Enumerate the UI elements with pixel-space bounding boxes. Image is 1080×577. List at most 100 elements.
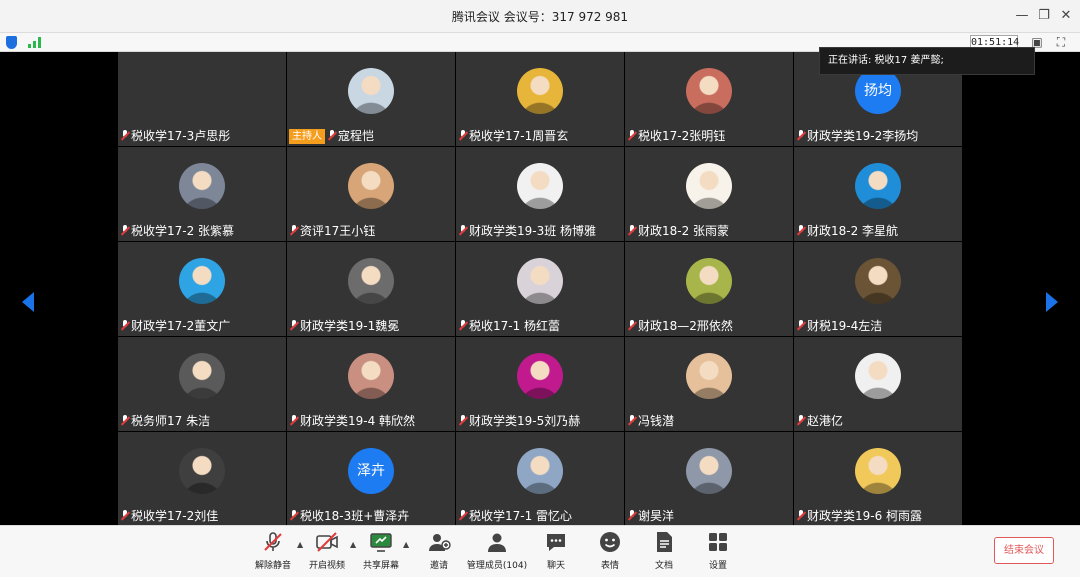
participant-tile[interactable]: 财政学类19-3班 杨博雅 — [456, 147, 624, 241]
emoji-button[interactable]: 表情 — [594, 530, 626, 571]
muted-mic-icon — [796, 130, 806, 142]
muted-mic-icon — [289, 225, 299, 237]
participant-name-row: 税收学17-2 张紫慕 — [120, 223, 234, 239]
muted-mic-icon — [458, 225, 468, 237]
audio-options-caret-icon[interactable]: ▲ — [297, 540, 303, 549]
participant-tile[interactable]: 财政学17-2董文广 — [118, 242, 286, 336]
next-page-arrow-icon[interactable] — [1046, 292, 1058, 312]
participant-tile[interactable]: 财税19-4左洁 — [794, 242, 962, 336]
participant-tile[interactable]: 泽卉税收18-3班+曹泽卉 — [287, 432, 455, 526]
speaking-indicator: 正在讲话: 税收17 姜严懿; — [819, 47, 1035, 75]
minimize-icon[interactable]: — — [1012, 6, 1032, 26]
participant-tile[interactable]: 税收17-2张明钰 — [625, 52, 793, 146]
participant-tile[interactable]: 冯钱潜 — [625, 337, 793, 431]
participant-tile[interactable]: 税收学17-2 张紫慕 — [118, 147, 286, 241]
manage-members-button[interactable]: 管理成员(104) — [466, 530, 528, 571]
video-off-icon — [315, 530, 339, 554]
add-user-icon — [427, 530, 451, 554]
participant-tile[interactable]: 税收学17-1周晋玄 — [456, 52, 624, 146]
participant-name: 税收学17-3卢思彤 — [131, 129, 231, 143]
participant-tile[interactable]: 财政学类19-6 柯雨露 — [794, 432, 962, 526]
avatar — [686, 163, 732, 209]
chat-icon — [544, 530, 568, 554]
avatar — [517, 258, 563, 304]
muted-mic-icon — [120, 225, 130, 237]
security-shield-icon[interactable] — [6, 36, 17, 49]
chat-button[interactable]: 聊天 — [540, 530, 572, 571]
restore-icon[interactable]: ❐ — [1034, 6, 1054, 26]
participant-tile[interactable]: 税务师17 朱洁 — [118, 337, 286, 431]
avatar — [855, 448, 901, 494]
participant-tile[interactable]: 税收学17-1 雷忆心 — [456, 432, 624, 526]
participant-tile[interactable]: 财政学类19-1魏冕 — [287, 242, 455, 336]
muted-mic-icon — [289, 510, 299, 522]
muted-mic-icon — [627, 320, 637, 332]
muted-mic-icon — [120, 320, 130, 332]
participant-tile[interactable]: 税收17-1 杨红蕾 — [456, 242, 624, 336]
participant-name-row: 财政学类19-3班 杨博雅 — [458, 223, 596, 239]
settings-grid-icon — [706, 530, 730, 554]
participant-name: 税收17-2张明钰 — [638, 129, 726, 143]
muted-mic-icon — [120, 130, 130, 142]
share-options-caret-icon[interactable]: ▲ — [403, 540, 409, 549]
settings-label: 设置 — [708, 561, 727, 571]
unmute-button[interactable]: 解除静音 — [253, 530, 293, 571]
invite-button[interactable]: 邀请 — [420, 530, 458, 571]
participant-tile[interactable]: 资评17王小钰 — [287, 147, 455, 241]
video-options-caret-icon[interactable]: ▲ — [350, 540, 356, 549]
documents-label: 文档 — [654, 561, 673, 571]
participant-name-row: 财政学类19-1魏冕 — [289, 318, 399, 334]
participant-tile[interactable]: 财政学类19-4 韩欣然 — [287, 337, 455, 431]
emoji-icon — [598, 530, 622, 554]
avatar — [517, 163, 563, 209]
participant-tile[interactable]: 谢昊洋 — [625, 432, 793, 526]
participant-name-row: 财政学类19-4 韩欣然 — [289, 413, 415, 429]
emoji-label: 表情 — [600, 561, 619, 571]
muted-mic-icon — [120, 415, 130, 427]
muted-mic-icon — [796, 510, 806, 522]
participant-name: 财政学类19-2李扬均 — [807, 129, 919, 143]
share-screen-button[interactable]: 共享屏幕 — [359, 530, 403, 571]
participant-tile[interactable]: 税收学17-3卢思彤 — [118, 52, 286, 146]
participant-tile[interactable]: 财政18—2邢依然 — [625, 242, 793, 336]
documents-button[interactable]: 文档 — [648, 530, 680, 571]
participant-name: 税收学17-1 雷忆心 — [469, 509, 573, 523]
participant-name-row: 税务师17 朱洁 — [120, 413, 210, 429]
end-meeting-button[interactable]: 结束会议 — [994, 537, 1054, 564]
settings-button[interactable]: 设置 — [702, 530, 734, 571]
participant-name: 税务师17 朱洁 — [131, 414, 211, 428]
muted-mic-icon — [796, 415, 806, 427]
participant-tile[interactable]: 税收学17-2刘佳 — [118, 432, 286, 526]
participant-name: 财政学类19-5刘乃赫 — [469, 414, 581, 428]
avatar — [686, 68, 732, 114]
network-signal-icon[interactable] — [28, 37, 42, 48]
participant-name-row: 财政学类19-5刘乃赫 — [458, 413, 580, 429]
participant-grid: 税收学17-3卢思彤 主持人 寇程恺 税收学17-1周晋玄 税收17-2张明钰 扬均 财政学… — [118, 52, 962, 526]
fullscreen-icon[interactable]: ⛶ — [1054, 35, 1068, 49]
participant-name-row: 谢昊洋 — [627, 508, 674, 524]
participant-tile[interactable]: 赵港亿 — [794, 337, 962, 431]
participant-name-row: 财政学17-2董文广 — [120, 318, 230, 334]
close-icon[interactable]: ✕ — [1056, 6, 1076, 26]
muted-mic-icon — [627, 510, 637, 522]
participant-name: 寇程恺 — [338, 129, 375, 143]
avatar — [179, 258, 225, 304]
previous-page-arrow-icon[interactable] — [22, 292, 34, 312]
participant-name: 税收学17-1周晋玄 — [469, 129, 569, 143]
manage-members-label: 管理成员(104) — [466, 561, 528, 571]
avatar — [179, 353, 225, 399]
start-video-button[interactable]: 开启视频 — [305, 530, 349, 571]
muted-mic-icon — [458, 510, 468, 522]
avatar — [855, 258, 901, 304]
participant-name: 财政学类19-4 韩欣然 — [300, 414, 416, 428]
participant-tile[interactable]: 主持人 寇程恺 — [287, 52, 455, 146]
participant-tile[interactable]: 财政18-2 张雨蒙 — [625, 147, 793, 241]
participant-name: 税收18-3班+曹泽卉 — [300, 509, 410, 523]
participant-tile[interactable]: 财政学类19-5刘乃赫 — [456, 337, 624, 431]
participant-name: 税收17-1 杨红蕾 — [469, 319, 561, 333]
participant-name-row: 税收17-1 杨红蕾 — [458, 318, 560, 334]
participant-name-row: 税收学17-3卢思彤 — [120, 128, 230, 144]
avatar-initials: 泽卉 — [348, 448, 394, 494]
participant-tile[interactable]: 财政18-2 李星航 — [794, 147, 962, 241]
muted-mic-icon — [627, 415, 637, 427]
